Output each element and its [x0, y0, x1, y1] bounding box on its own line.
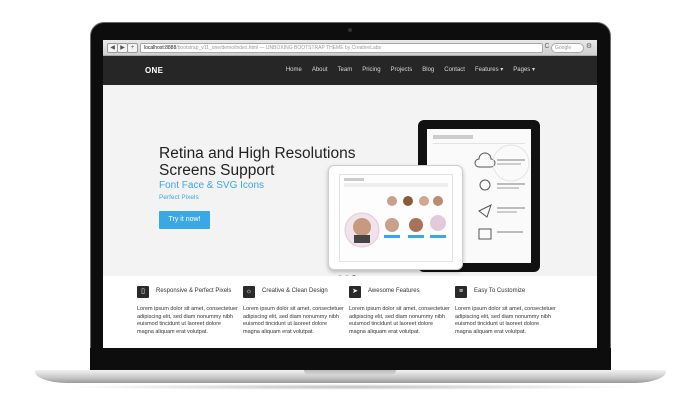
laptop-notch	[304, 370, 396, 375]
hero-tagline: Perfect Pixels	[159, 194, 199, 201]
feature-title: Easy To Customize	[474, 288, 526, 294]
url-host: localhost:8888	[144, 45, 177, 51]
hero-subtitle: Font Face & SVG Icons	[159, 180, 265, 191]
hero-section: Retina and High Resolutions Screens Supp…	[103, 85, 597, 279]
add-tab-icon[interactable]: +	[127, 43, 138, 53]
feature-title: Responsive & Perfect Pixels	[156, 288, 232, 294]
nav-item-blog[interactable]: Blog	[422, 56, 434, 85]
tablet-landscape-screen	[339, 174, 453, 262]
tablet-landscape-image	[328, 165, 463, 270]
feature-text: Lorem ipsum dolor sit amet, consectetuer…	[349, 306, 450, 335]
features-section: ▯ Responsive & Perfect Pixels Lorem ipsu…	[103, 276, 597, 348]
nav-item-pages[interactable]: Pages ▾	[513, 56, 535, 85]
feature-text: Lorem ipsum dolor sit amet, consectetuer…	[455, 306, 556, 335]
search-input[interactable]: Google	[551, 43, 584, 53]
page-title-in-url: — UNBOXING BOOTSTRAP THEME by CreativeLa…	[258, 45, 382, 51]
laptop-bezel-bottom	[90, 348, 611, 372]
lightbulb-icon: ☼	[243, 286, 255, 298]
camera	[348, 28, 352, 32]
paper-plane-icon: ➤	[349, 286, 361, 298]
laptop-screen: ◀ ▶ + localhost:8888/bootstrap_v11_one/d…	[103, 40, 597, 348]
nav-menu: Home About Team Pricing Projects Blog Co…	[286, 56, 535, 85]
try-it-now-button[interactable]: Try it now!	[159, 211, 210, 229]
nav-item-about[interactable]: About	[312, 56, 328, 85]
laptop-shadow	[60, 384, 640, 390]
feature-title: Creative & Clean Design	[262, 288, 328, 294]
feature-text: Lorem ipsum dolor sit amet, consectetuer…	[137, 306, 238, 335]
nav-item-team[interactable]: Team	[338, 56, 353, 85]
address-bar[interactable]: localhost:8888/bootstrap_v11_one/demo/in…	[140, 43, 543, 53]
nav-item-home[interactable]: Home	[286, 56, 302, 85]
url-path: /bootstrap_v11_one/demo/index.html	[176, 45, 259, 51]
feature-text: Lorem ipsum dolor sit amet, consectetuer…	[243, 306, 344, 335]
nav-item-features[interactable]: Features ▾	[475, 56, 503, 85]
feature-title: Awesome Features	[368, 288, 420, 294]
brand-logo[interactable]: ONE	[145, 56, 163, 85]
gear-icon[interactable]: ⚙	[585, 43, 593, 51]
site-navbar: ONE Home About Team Pricing Projects Blo…	[103, 56, 597, 85]
browser-toolbar: ◀ ▶ + localhost:8888/bootstrap_v11_one/d…	[103, 40, 597, 56]
tablet-icon: ▯	[137, 286, 149, 298]
nav-item-projects[interactable]: Projects	[391, 56, 413, 85]
nav-item-contact[interactable]: Contact	[444, 56, 465, 85]
tablet-landscape-content	[344, 178, 448, 248]
nav-item-pricing[interactable]: Pricing	[362, 56, 380, 85]
sliders-icon: ≡	[455, 286, 467, 298]
refresh-icon[interactable]: C	[543, 43, 551, 51]
